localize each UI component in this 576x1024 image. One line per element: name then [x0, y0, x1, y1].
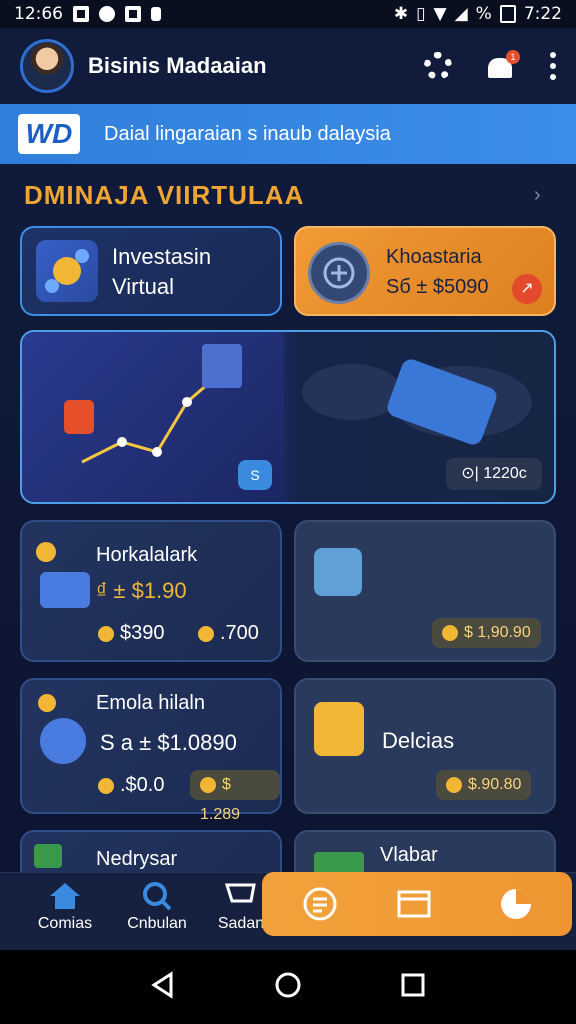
section-title: DMINAJA VIIRTULAA	[24, 180, 305, 210]
tool-chip: $ 1,90.90	[464, 624, 531, 641]
action-bar	[262, 872, 572, 936]
card-icon	[314, 702, 364, 756]
app-root: 12:66 ✱ ▯ ▼ ◢ % 7:22 Bisinis Madaaian 1	[0, 0, 576, 1024]
wd-logo: WD	[18, 114, 80, 154]
cart-icon	[224, 881, 258, 911]
more-menu-icon[interactable]	[550, 52, 556, 80]
badge-icon	[198, 625, 214, 642]
hork-value: ₫ ± $1.90	[96, 578, 187, 603]
coin-icon	[442, 624, 458, 641]
invest-card-line1: Investasin	[112, 244, 212, 269]
shield-icon	[151, 7, 161, 21]
home-icon	[48, 881, 82, 911]
back-icon[interactable]	[149, 970, 177, 1004]
hork-title: Horkalalark	[96, 544, 198, 566]
trend-badge-icon[interactable]: ↗	[512, 274, 542, 304]
vibrate-icon: ▯	[416, 4, 426, 24]
signal-icon: ◢	[454, 4, 468, 24]
emola-value: S a ± $1.0890	[100, 730, 237, 755]
delcias-card[interactable]: Delcias $.90.80	[294, 678, 556, 814]
horkalalark-card[interactable]: Horkalalark ₫ ± $1.90 $390 .700	[20, 520, 282, 662]
blocks-icon	[40, 572, 90, 608]
hero-badge-icon[interactable]: S	[238, 460, 272, 490]
promo-banner[interactable]: WD Daial lingaraian s inaub dalaysia	[0, 104, 576, 164]
nav-label-sadan: Sadan	[217, 915, 265, 932]
home-button-icon[interactable]	[274, 971, 302, 1004]
delcias-title: Delcias	[382, 728, 455, 753]
coin-icon	[98, 777, 114, 794]
recents-icon[interactable]	[399, 971, 427, 1004]
status-time-right: 7:22	[523, 4, 562, 24]
user-icon	[40, 718, 86, 764]
nav-label-cnbulan: Cnbulan	[127, 915, 187, 932]
khoastaria-card[interactable]: Khoastaria Sб ± $5090 ↗	[294, 226, 556, 316]
bluetooth-icon: ✱	[393, 4, 409, 24]
vlabar-title: Vlabar	[380, 844, 438, 866]
banner-text: Daial lingaraian s inaub dalaysia	[104, 122, 391, 145]
hero-chip: ⊙| 1220c	[446, 458, 542, 490]
coin-icon	[446, 776, 462, 793]
battery-percent: %	[475, 4, 492, 24]
status-bar: 12:66 ✱ ▯ ▼ ◢ % 7:22	[0, 0, 576, 28]
emola-stat1: .$0.0	[120, 774, 165, 796]
wifi-icon: ▼	[433, 4, 447, 24]
hero-banner[interactable]: S ⊙| 1220c	[20, 330, 556, 504]
emola-title: Emola hilaln	[96, 692, 205, 714]
nedrysar-title: Nedrysar	[96, 848, 178, 870]
hork-stat2: .700	[220, 622, 259, 644]
pie-chart-icon[interactable]	[498, 886, 534, 922]
khoastaria-title: Khoastaria	[386, 246, 482, 268]
star-icon	[98, 625, 114, 642]
receipt-icon[interactable]	[302, 886, 338, 922]
investasi-virtual-card[interactable]: Investasin Virtual	[20, 226, 282, 316]
wallet-icon[interactable]	[396, 886, 432, 922]
battery-icon	[499, 5, 516, 23]
gear-icon[interactable]	[424, 52, 452, 80]
page-title: Bisinis Madaaian	[88, 53, 267, 78]
notification-icon	[73, 6, 89, 22]
settings-tool-icon	[314, 548, 362, 596]
message-icon	[125, 6, 141, 22]
system-nav-bar	[0, 950, 576, 1024]
tool-card[interactable]: $ 1,90.90	[294, 520, 556, 662]
avatar[interactable]	[20, 39, 74, 93]
hork-stat1: $390	[120, 622, 165, 644]
delcias-chip: $.90.80	[468, 776, 522, 793]
emola-card[interactable]: Emola hilaln S a ± $1.0890 .$0.0 $ 1.289	[20, 678, 282, 823]
invest-card-line2: Virtual	[112, 274, 174, 299]
megaphone-icon[interactable]: 1	[486, 50, 520, 80]
nav-item-cnbulan[interactable]: Cnbulan	[112, 873, 202, 945]
investment-icon	[36, 240, 98, 302]
notification-badge: 1	[506, 50, 520, 64]
nav-label-comias: Comias	[37, 915, 93, 932]
money-icon	[34, 844, 62, 868]
khoastaria-value: Sб ± $5090	[386, 276, 489, 298]
coin-icon	[38, 694, 56, 712]
status-time-left: 12:66	[14, 4, 63, 24]
nav-item-comias[interactable]: Comias	[20, 873, 110, 945]
search-icon	[140, 881, 174, 911]
compass-icon	[308, 242, 370, 304]
app-icon	[99, 6, 115, 22]
coin-icon	[36, 542, 56, 562]
app-header: Bisinis Madaaian 1	[0, 28, 576, 104]
chevron-right-icon[interactable]: ›	[534, 184, 541, 207]
coin-icon	[200, 776, 216, 793]
